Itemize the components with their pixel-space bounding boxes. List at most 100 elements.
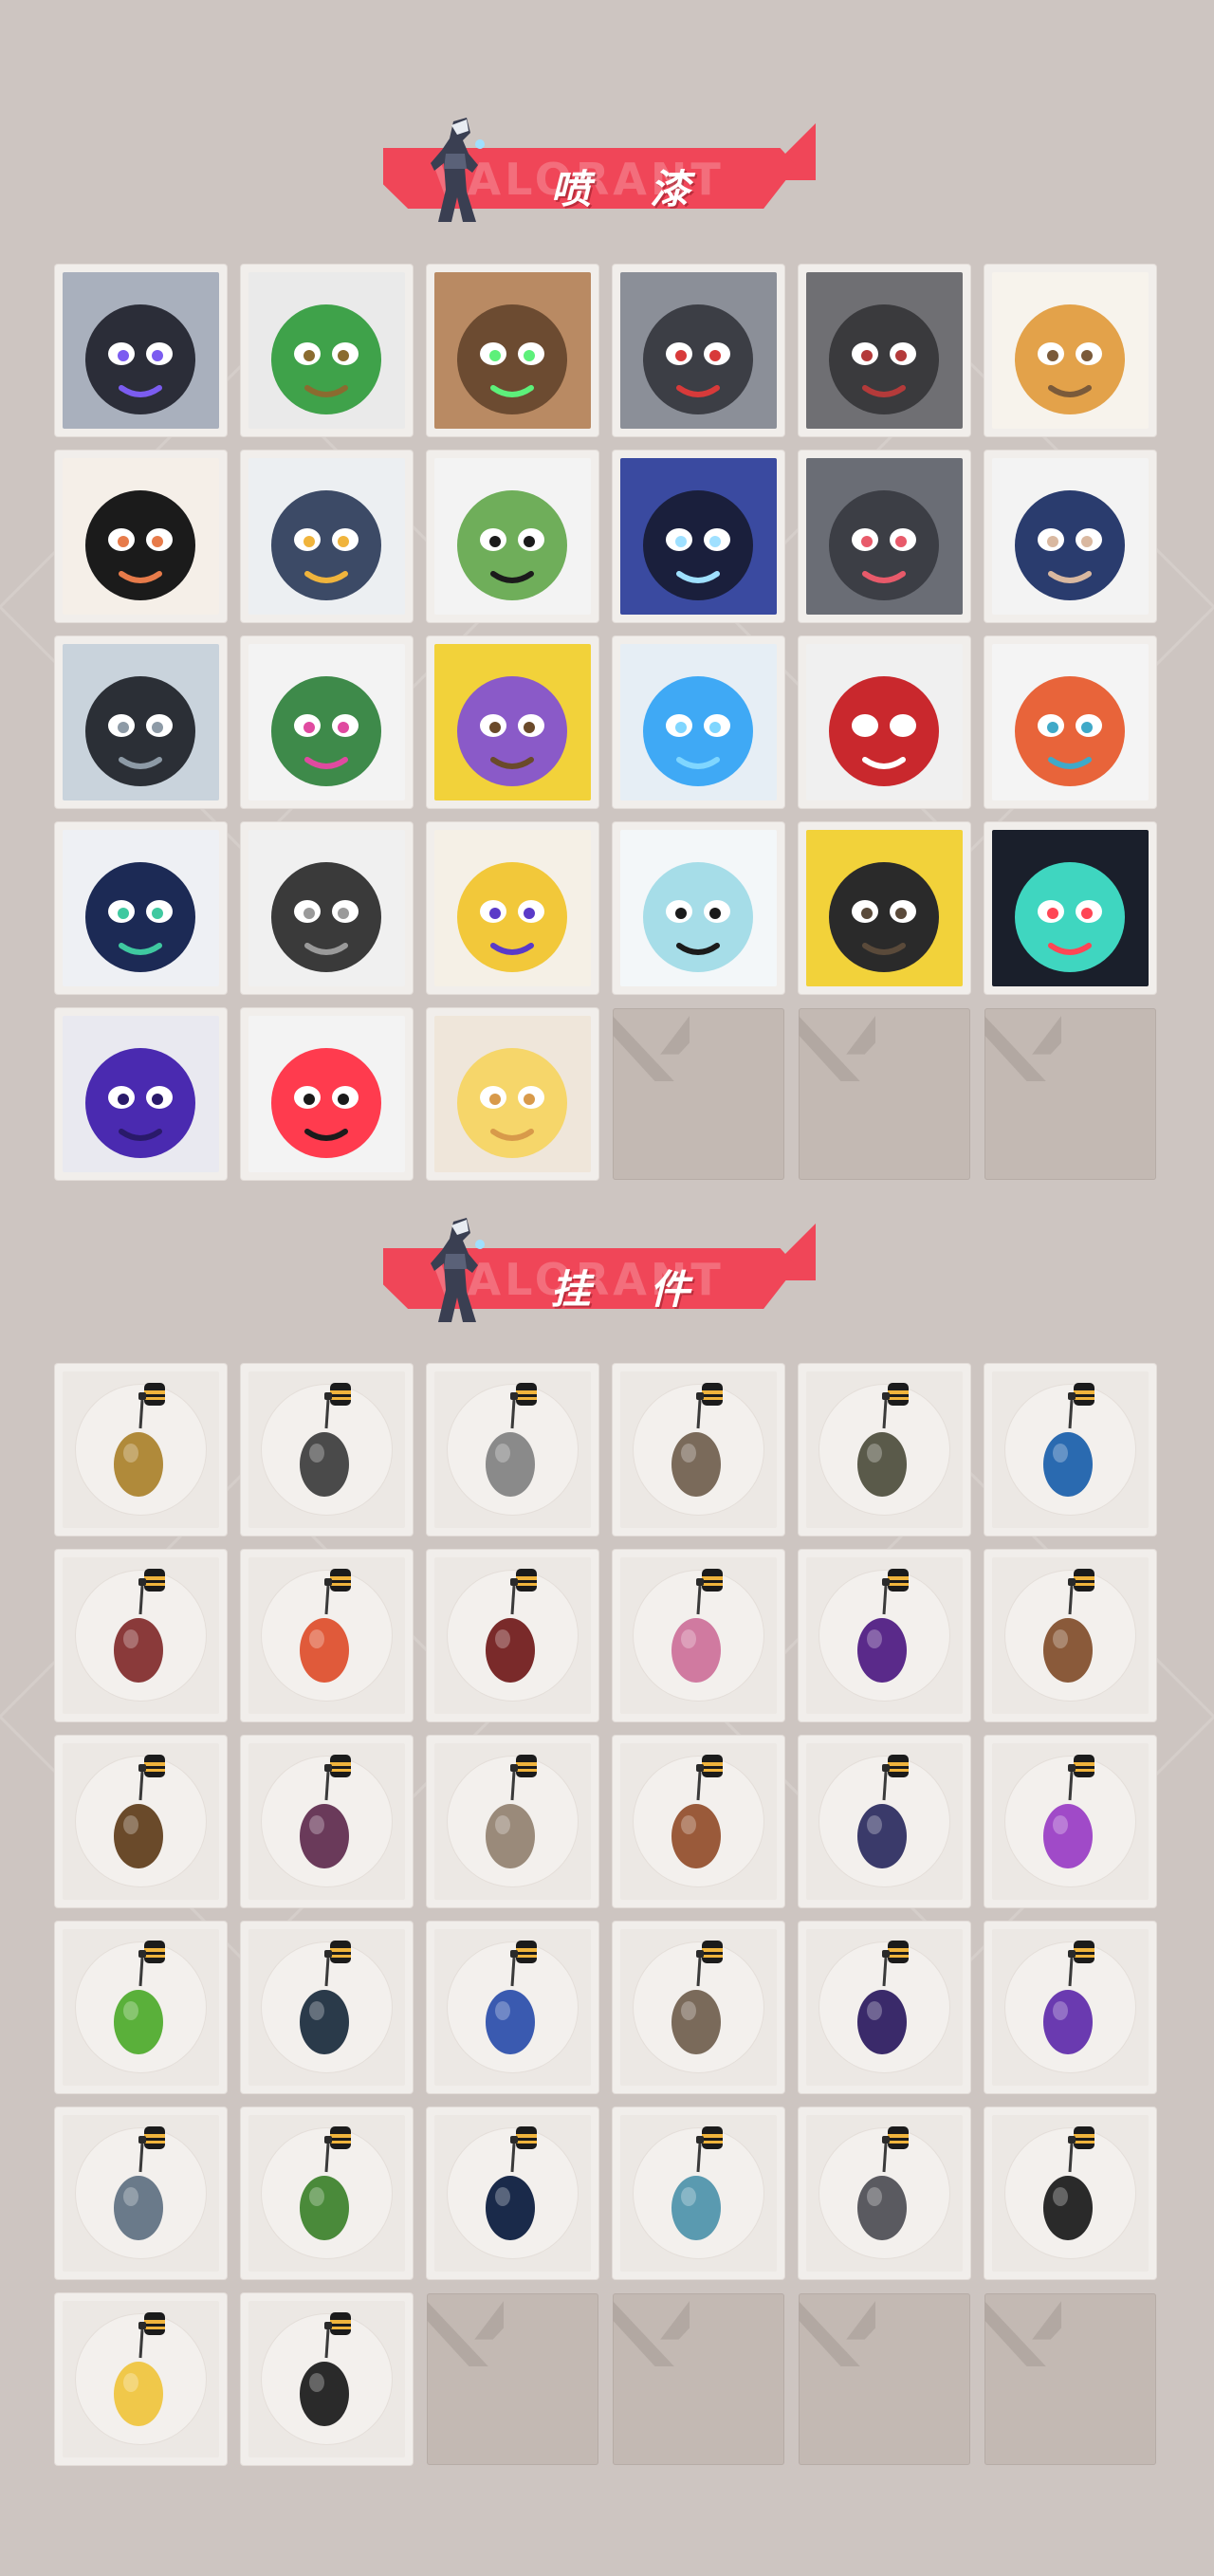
- tiger-spray-icon: [992, 272, 1149, 429]
- spray-tile[interactable]: [55, 822, 227, 994]
- charm-tile[interactable]: [427, 1364, 598, 1536]
- spray-tile[interactable]: [241, 636, 413, 808]
- empty-slot: [799, 2293, 970, 2465]
- spray-tile[interactable]: [55, 636, 227, 808]
- charm-tile[interactable]: [613, 2107, 784, 2279]
- charm-tile[interactable]: [55, 2293, 227, 2465]
- agent-mascot-icon: [431, 1218, 485, 1322]
- pixel-heart-charm-icon: [1043, 1941, 1094, 2054]
- star-spray-icon: [434, 1016, 591, 1172]
- empty-slot: [984, 1008, 1156, 1180]
- charm-tile[interactable]: [984, 1922, 1156, 2093]
- charm-tile[interactable]: [613, 1550, 784, 1721]
- valorant-logo-placeholder-icon: [427, 2301, 504, 2366]
- agent-figure-charm-icon: [300, 1755, 351, 1868]
- grinning-cat-spray-icon: [806, 458, 963, 615]
- cupcake-charm-icon: [671, 1569, 723, 1683]
- spray-tile[interactable]: [241, 265, 413, 436]
- spray-tile[interactable]: [984, 265, 1156, 436]
- cake-slice-spray-icon: [806, 272, 963, 429]
- teddy-bear-bell-charm-icon: [1043, 1569, 1094, 1683]
- spray-tile[interactable]: [427, 822, 598, 994]
- empty-slot: [984, 2293, 1156, 2465]
- charm-tile[interactable]: [55, 2107, 227, 2279]
- charm-tile[interactable]: [55, 1736, 227, 1907]
- frog-top-hat-spray-icon: [434, 458, 591, 615]
- spray-tile[interactable]: [799, 265, 970, 436]
- boy-purple-eyes-spray-icon: [63, 272, 219, 429]
- spray-tile[interactable]: [799, 451, 970, 622]
- charm-tile[interactable]: [427, 2107, 598, 2279]
- spray-tile[interactable]: [241, 1008, 413, 1180]
- spray-tile[interactable]: [613, 451, 784, 622]
- spray-tile[interactable]: [613, 265, 784, 436]
- spray-tile[interactable]: [55, 451, 227, 622]
- flexing-agent-spray-icon: [434, 830, 591, 986]
- spray-tile[interactable]: [799, 822, 970, 994]
- charms-banner: VALORANT 挂 件: [376, 1218, 819, 1326]
- egg-star-charm-icon: [114, 2312, 165, 2426]
- spray-tile[interactable]: [799, 636, 970, 808]
- charm-tile[interactable]: [241, 1736, 413, 1907]
- robot-drone-charm-icon: [300, 1383, 351, 1497]
- charm-tile[interactable]: [799, 1922, 970, 2093]
- agent-keychain-charm-icon: [114, 2126, 165, 2240]
- charm-tile[interactable]: [55, 1922, 227, 2093]
- red-x-button-spray-icon: [806, 644, 963, 800]
- pixel-sloth-spray-icon: [63, 644, 219, 800]
- toaster-charm-icon: [486, 1383, 537, 1497]
- spray-tile[interactable]: [984, 451, 1156, 622]
- spray-tile[interactable]: [613, 636, 784, 808]
- spray-tile[interactable]: [427, 265, 598, 436]
- charm-tile[interactable]: [241, 2293, 413, 2465]
- spray-tile[interactable]: [613, 822, 784, 994]
- charm-tile[interactable]: [241, 1364, 413, 1536]
- charm-tile[interactable]: [984, 1364, 1156, 1536]
- charm-tile[interactable]: [427, 1736, 598, 1907]
- charm-tile[interactable]: [241, 2107, 413, 2279]
- charm-tile[interactable]: [55, 1550, 227, 1721]
- charm-tile[interactable]: [984, 1550, 1156, 1721]
- spray-tile[interactable]: [55, 1008, 227, 1180]
- charm-tile[interactable]: [984, 2107, 1156, 2279]
- chili-pepper-charm-icon: [300, 1569, 351, 1683]
- section-title: 喷 漆: [550, 166, 713, 212]
- charm-tile[interactable]: [427, 1550, 598, 1721]
- charm-tile[interactable]: [241, 1922, 413, 2093]
- charm-tile[interactable]: [55, 1364, 227, 1536]
- empty-slot: [613, 2293, 784, 2465]
- spray-tile[interactable]: [427, 451, 598, 622]
- girl-pencil-spray-icon: [63, 458, 219, 615]
- charm-tile[interactable]: [799, 1736, 970, 1907]
- spray-tile[interactable]: [984, 636, 1156, 808]
- valorant-logo-placeholder-icon: [799, 2301, 875, 2366]
- spray-tile[interactable]: [241, 822, 413, 994]
- spray-tile[interactable]: [55, 265, 227, 436]
- charm-tile[interactable]: [613, 1736, 784, 1907]
- spray-tile[interactable]: [427, 1008, 598, 1180]
- lava-lamp-charm-icon: [1043, 1755, 1094, 1868]
- koi-fish-spray-icon: [992, 644, 1149, 800]
- charm-tile[interactable]: [799, 1364, 970, 1536]
- cowboy-bot-charm-icon: [486, 1755, 537, 1868]
- empty-slot: [427, 2293, 598, 2465]
- charm-tile[interactable]: [984, 1736, 1156, 1907]
- cat-head-charm-icon: [857, 2126, 909, 2240]
- charm-tile[interactable]: [799, 2107, 970, 2279]
- golden-cat-charm-icon: [114, 1383, 165, 1497]
- spray-tile[interactable]: [241, 451, 413, 622]
- charm-tile[interactable]: [427, 1922, 598, 2093]
- charm-tile[interactable]: [613, 1922, 784, 2093]
- agent-fan-spray-icon: [63, 830, 219, 986]
- charm-tile[interactable]: [241, 1550, 413, 1721]
- charm-tile[interactable]: [613, 1364, 784, 1536]
- charm-tile[interactable]: [799, 1550, 970, 1721]
- astronaut-raccoon-charm-icon: [671, 1383, 723, 1497]
- crying-rodent-spray-icon: [620, 272, 777, 429]
- penguin-beanie-spray-icon: [248, 458, 405, 615]
- valorant-logo-placeholder-icon: [613, 2301, 690, 2366]
- spray-tile[interactable]: [427, 636, 598, 808]
- sprays-banner: VALORANT 喷 漆: [376, 118, 819, 226]
- empty-slot: [613, 1008, 784, 1180]
- spray-tile[interactable]: [984, 822, 1156, 994]
